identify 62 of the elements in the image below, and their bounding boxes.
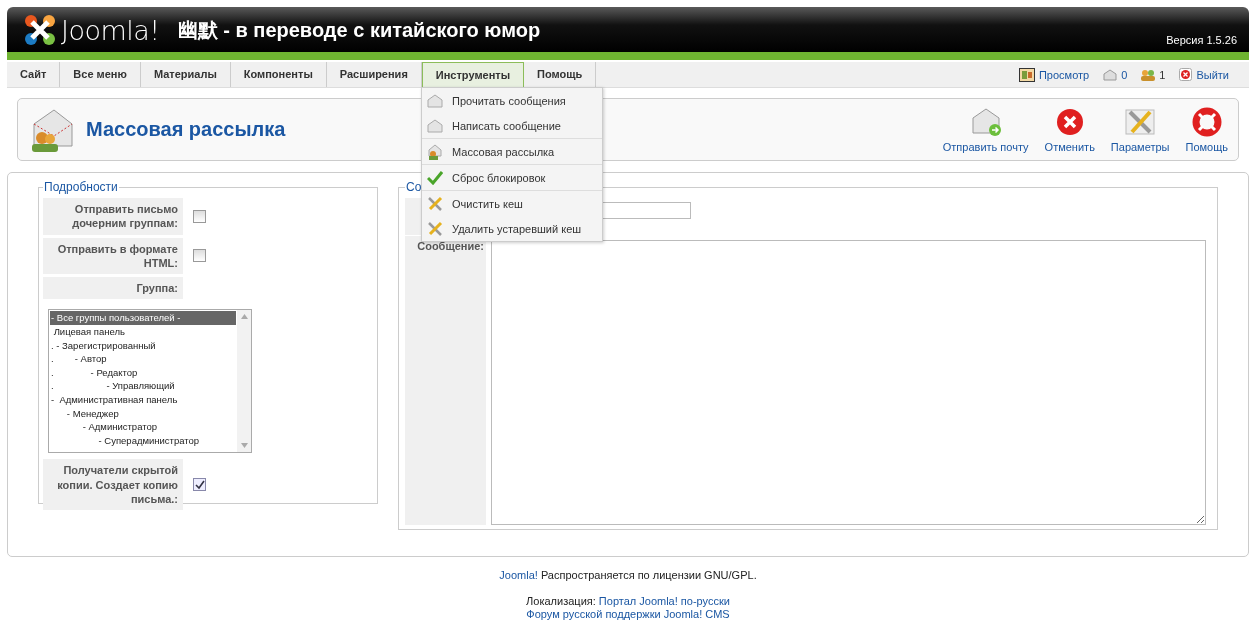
list-option[interactable]: - Административная панель (50, 393, 236, 407)
menu-tab[interactable]: Материалы (140, 62, 231, 87)
list-option[interactable]: . - Редактор (50, 365, 236, 380)
localization-label: Локализация: (526, 595, 596, 607)
license-text: Joomla! Распространяется по лицензии GNU/GPL. (498, 569, 758, 581)
message-count[interactable]: 0 (1121, 68, 1128, 81)
menu-tab[interactable]: Расширения (326, 62, 422, 87)
preview-link[interactable]: Просмотр (1038, 68, 1090, 81)
fieldset-legend: Подробности (43, 180, 119, 194)
list-option[interactable]: . - Управляющий (50, 379, 236, 394)
list-option[interactable]: . - Зарегистрированный (50, 338, 236, 353)
checkbox[interactable] (193, 249, 206, 263)
list-option[interactable]: Лицевая панель (50, 325, 236, 339)
tools-icon (427, 220, 443, 237)
user-count: 1 (1159, 68, 1166, 81)
dropdown-item[interactable]: Массовая рассылка (422, 138, 602, 164)
list-option[interactable]: - Суперадминистратор (50, 433, 236, 448)
users-icon (1141, 68, 1156, 81)
list-option[interactable]: - Менеджер (50, 406, 236, 421)
joomla-link[interactable]: Joomla! (499, 569, 538, 581)
portal-link[interactable]: Портал Joomla! по-русски (598, 595, 730, 607)
forum-link[interactable]: Форум русской поддержки Joomla! CMS (526, 608, 730, 620)
message-field[interactable] (491, 240, 1206, 525)
field-label: Группа: (43, 277, 183, 300)
logout-icon (1179, 68, 1193, 81)
scroll-down-icon[interactable] (240, 443, 248, 449)
group-listbox[interactable]: - Все группы пользователей - Лицевая панель . - Зарегистрированный . - Автор . - Редактор . - Управляющий - Административная панель - Менеджер - Администратор - Суперадминистратор (48, 309, 252, 454)
site-title: 幽默 - в переводе с китайского юмор (177, 17, 541, 43)
list-option[interactable]: - Все группы пользователей - (50, 311, 236, 326)
dropdown-item[interactable]: Очистить кеш (422, 190, 602, 216)
menu-tab[interactable]: Компоненты (230, 62, 327, 87)
field-label: Получатели скрытой копии. Создает копию письма.: (43, 459, 183, 511)
list-option[interactable]: . - Автор (50, 352, 236, 366)
scroll-up-icon[interactable] (240, 314, 248, 320)
toolbar-button[interactable]: Отменить (1040, 104, 1099, 155)
menu-tab[interactable]: Все меню (60, 62, 141, 87)
field-label: Сообщение: (405, 236, 486, 526)
dropdown-item[interactable]: Сброс блокировок (422, 164, 602, 190)
logo-text: Joomla! (61, 14, 160, 46)
preview-icon (1018, 67, 1035, 82)
toolbar-button[interactable]: Параметры (1106, 104, 1174, 155)
page-title: Массовая рассылка (86, 118, 286, 141)
version-label: Версия 1.5.26 (1166, 34, 1237, 46)
toolbar-button[interactable]: Отправить почту (938, 104, 1033, 155)
tools-icon (427, 195, 443, 212)
field-label: Отправить в формате HTML: (43, 237, 183, 275)
fieldset-legend: Со (405, 180, 423, 194)
tools-icon (1124, 106, 1157, 138)
logo-icon (23, 13, 57, 47)
logout-link[interactable]: Выйти (1196, 68, 1229, 81)
menu-tab[interactable]: Инструменты (421, 62, 525, 87)
check-icon (427, 170, 443, 185)
list-option[interactable]: - Администратор (50, 420, 236, 434)
toolbar-button[interactable]: Помощь (1181, 104, 1232, 155)
scrollbar[interactable] (237, 310, 251, 453)
checkbox[interactable] (193, 478, 206, 492)
dropdown-item[interactable]: Написать сообщение (422, 113, 602, 138)
menu-tab[interactable]: Сайт (7, 62, 61, 87)
checkbox[interactable] (193, 209, 206, 223)
dropdown-item[interactable]: Прочитать сообщения (422, 88, 602, 113)
field-label: Отправить письмо дочерним группам: (43, 198, 183, 235)
lifebuoy-icon (1190, 106, 1223, 138)
